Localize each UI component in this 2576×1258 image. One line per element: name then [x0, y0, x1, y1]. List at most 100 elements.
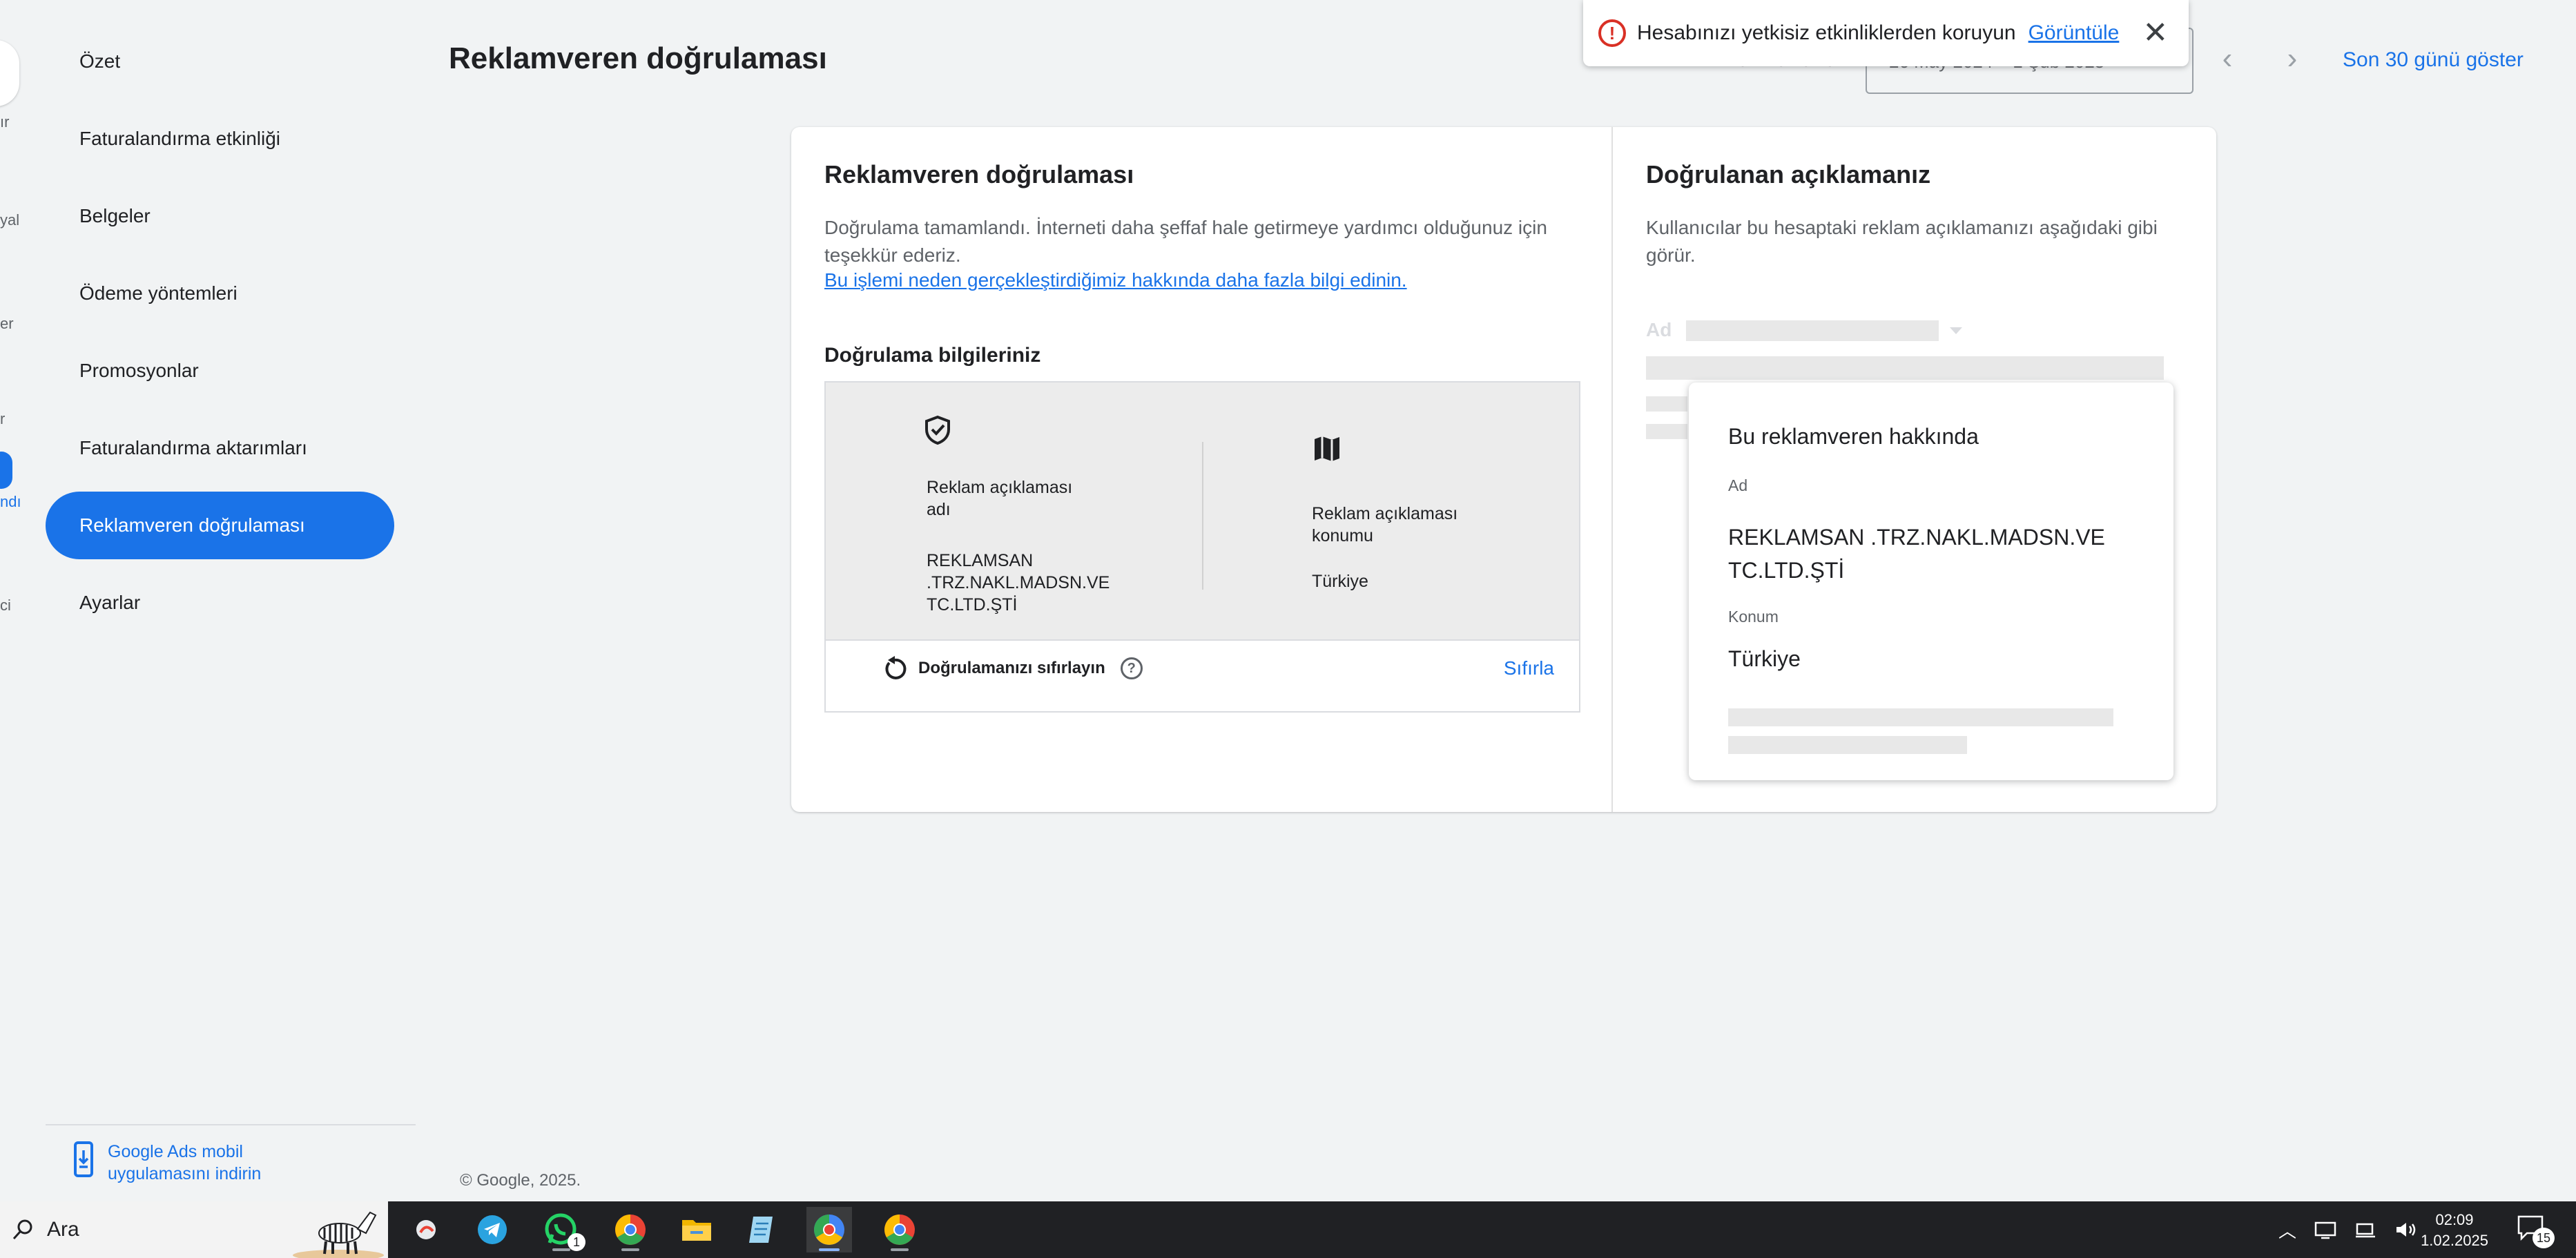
verified-disclosure-description: Kullanıcılar bu hesaptaki reklam açıklam… — [1646, 217, 2158, 266]
running-indicator — [891, 1248, 909, 1251]
rail-label[interactable]: er — [0, 315, 14, 333]
preview-skeleton-bar — [1646, 396, 1687, 412]
running-indicator — [621, 1248, 639, 1251]
app-rail: ır yal er r ndı ci — [0, 0, 41, 1201]
verification-info-title: Doğrulama bilgileriniz — [824, 344, 1041, 367]
mobile-app-promo[interactable]: Google Ads mobil uygulamasını indirin — [73, 1141, 315, 1185]
taskbar-app-notepad[interactable] — [739, 1207, 784, 1252]
popup-skeleton-bar — [1728, 708, 2113, 726]
rail-label[interactable]: ci — [0, 597, 11, 615]
notification-center[interactable]: 15 — [2516, 1214, 2555, 1248]
rail-label[interactable]: ndı — [0, 493, 21, 511]
taskbar-app-telegram[interactable] — [469, 1207, 515, 1252]
taskbar-app-whatsapp[interactable]: 1 — [539, 1207, 585, 1252]
popup-name-value: REKLAMSAN .TRZ.NAKL.MADSN.VE TC.LTD.ŞTİ — [1728, 525, 2105, 583]
security-toast: ! Hesabınızı yetkisiz etkinliklerden kor… — [1583, 0, 2189, 66]
card-divider — [1611, 127, 1613, 812]
preview-skeleton-bar — [1686, 320, 1939, 341]
preview-skeleton-bar — [1646, 424, 1687, 439]
sidebar-item-billing-transfers[interactable]: Faturalandırma aktarımları — [46, 414, 418, 482]
display-icon[interactable] — [2314, 1220, 2336, 1239]
weather-icon — [416, 1220, 436, 1239]
sidebar-item-summary[interactable]: Özet — [46, 28, 418, 95]
rail-active-indicator[interactable] — [0, 452, 12, 489]
zebra-illustration-icon — [293, 1211, 384, 1258]
verification-info-box: Reklam açıklaması adı REKLAMSAN .TRZ.NAK… — [824, 381, 1580, 713]
rail-label[interactable]: ır — [0, 113, 9, 131]
popup-location-label: Konum — [1728, 608, 1779, 626]
chrome-icon — [814, 1215, 844, 1245]
rail-create-button[interactable] — [0, 40, 19, 106]
taskbar-search-placeholder: Ara — [47, 1218, 79, 1241]
error-icon: ! — [1598, 19, 1626, 47]
next-period-icon[interactable]: › — [2278, 41, 2306, 75]
ad-disclosure-location-label: Reklam açıklaması konumu — [1312, 504, 1458, 545]
sidebar-item-documents[interactable]: Belgeler — [46, 182, 418, 250]
reset-button[interactable]: Sıfırla — [1504, 657, 1554, 679]
toast-view-link[interactable]: Görüntüle — [2028, 21, 2120, 45]
info-column-divider — [1202, 442, 1203, 590]
preview-skeleton-bar — [1646, 356, 2164, 380]
taskbar-app-file-explorer[interactable] — [674, 1207, 719, 1252]
running-indicator — [552, 1248, 570, 1251]
rail-label[interactable]: r — [0, 410, 5, 428]
folder-icon — [682, 1220, 711, 1241]
volume-icon[interactable] — [2394, 1220, 2418, 1239]
ad-disclosure-name-value: REKLAMSAN .TRZ.NAKL.MADSN.VE TC.LTD.ŞTİ — [927, 551, 1110, 615]
verification-card: Reklamveren doğrulaması Doğrulama tamaml… — [791, 127, 2216, 812]
ad-disclosure-name-label: Reklam açıklaması adı — [927, 478, 1073, 519]
show-last-30-days-link[interactable]: Son 30 günü göster — [2343, 48, 2524, 72]
billing-sidebar: Özet Faturalandırma etkinliği Belgeler Ö… — [46, 28, 418, 646]
sidebar-item-advertiser-verification[interactable]: Reklamveren doğrulaması — [46, 492, 394, 559]
search-icon — [12, 1219, 32, 1240]
close-icon[interactable]: ✕ — [2142, 18, 2168, 48]
whatsapp-unread-badge: 1 — [568, 1233, 585, 1251]
rail-label[interactable]: yal — [0, 211, 19, 229]
clock-time: 02:09 — [2435, 1211, 2474, 1228]
verified-shield-icon — [925, 415, 950, 445]
sidebar-item-settings[interactable]: Ayarlar — [46, 569, 418, 637]
taskbar-app-chrome-profile-active[interactable] — [806, 1207, 852, 1252]
chevron-up-icon[interactable]: ︿ — [2278, 1217, 2296, 1243]
taskbar-app-chrome[interactable] — [608, 1207, 653, 1252]
notepad-icon — [749, 1217, 773, 1243]
learn-more-link[interactable]: Bu işlemi neden gerçekleştirdiğimiz hakk… — [824, 269, 1407, 291]
system-tray: ︿ — [2278, 1201, 2418, 1258]
copyright-footer: © Google, 2025. — [460, 1171, 581, 1190]
reset-verification-text: Doğrulamanızı sıfırlayın — [918, 659, 1105, 677]
about-advertiser-popup: Bu reklamveren hakkında Ad REKLAMSAN .TR… — [1689, 383, 2173, 780]
popup-skeleton-bar — [1728, 736, 1967, 754]
ad-disclosure-location-value: Türkiye — [1312, 572, 1368, 591]
chrome-icon — [615, 1215, 646, 1245]
taskbar-app-chrome-profile-2[interactable] — [877, 1207, 922, 1252]
chrome-icon — [884, 1215, 915, 1245]
popup-location-value: Türkiye — [1728, 646, 1801, 671]
taskbar-app-weather[interactable] — [403, 1207, 449, 1252]
map-icon — [1315, 436, 1339, 461]
about-advertiser-title: Bu reklamveren hakkında — [1728, 424, 1979, 449]
previous-period-icon[interactable]: ‹ — [2214, 41, 2241, 75]
network-icon[interactable] — [2354, 1220, 2376, 1239]
sidebar-item-payment-methods[interactable]: Ödeme yöntemleri — [46, 260, 418, 327]
popup-name-label: Ad — [1728, 476, 1748, 494]
toast-message: Hesabınızı yetkisiz etkinliklerden koruy… — [1637, 21, 2016, 44]
reset-icon — [885, 656, 907, 679]
sidebar-item-billing-activity[interactable]: Faturalandırma etkinliği — [46, 105, 418, 173]
verification-info-details: Reklam açıklaması adı REKLAMSAN .TRZ.NAK… — [826, 383, 1579, 641]
phone-download-icon — [74, 1141, 93, 1177]
verification-description: Doğrulama tamamlandı. İnterneti daha şef… — [824, 217, 1547, 266]
clock-date: 1.02.2025 — [2421, 1232, 2488, 1249]
mobile-app-promo-text[interactable]: Google Ads mobil uygulamasını indirin — [108, 1141, 315, 1185]
sidebar-item-promotions[interactable]: Promosyonlar — [46, 337, 418, 405]
verification-title: Reklamveren doğrulaması — [824, 160, 1134, 188]
sidebar-divider — [46, 1124, 416, 1125]
running-indicator — [819, 1248, 840, 1251]
windows-taskbar: Ara 1 ︿ 02:09 1.02.2025 15 — [0, 1201, 2576, 1258]
page-title: Reklamveren doğrulaması — [449, 41, 827, 75]
chevron-down-icon — [1950, 327, 1962, 334]
verified-disclosure-title: Doğrulanan açıklamanız — [1646, 160, 1931, 188]
notification-count-badge: 15 — [2533, 1228, 2555, 1248]
telegram-icon — [478, 1215, 507, 1244]
taskbar-clock[interactable]: 02:09 1.02.2025 — [2417, 1210, 2492, 1251]
help-icon[interactable]: ? — [1120, 657, 1143, 679]
